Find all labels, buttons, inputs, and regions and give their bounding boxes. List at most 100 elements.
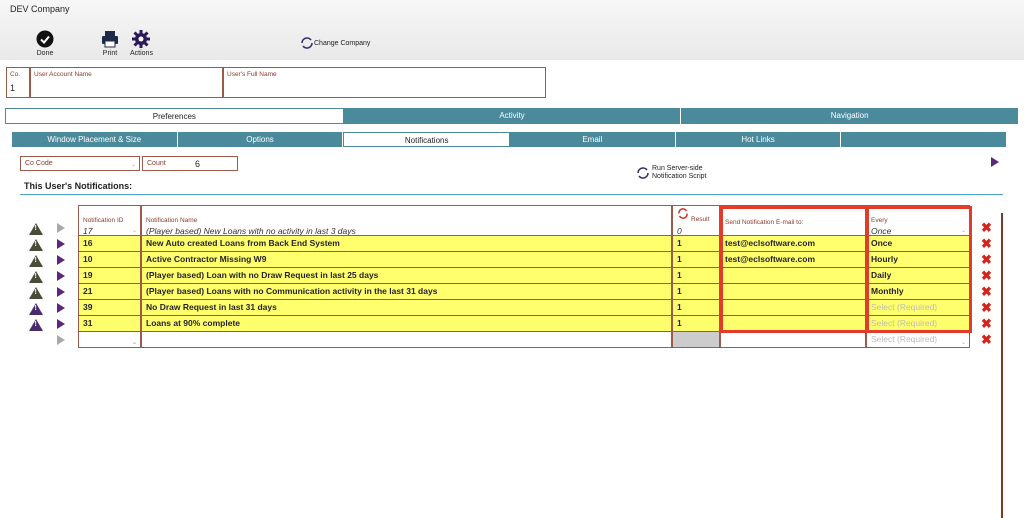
delete-icon[interactable]: ✖ xyxy=(981,301,992,314)
notification-name-header[interactable]: Notification Name (Player based) New Loa… xyxy=(141,205,672,236)
printer-icon xyxy=(102,31,118,48)
delete-icon[interactable]: ✖ xyxy=(981,221,992,234)
run-script-label: Run Server-side Notification Script xyxy=(652,165,706,181)
play-icon[interactable] xyxy=(57,239,65,249)
tab-window-placement[interactable]: Window Placement & Size xyxy=(12,132,178,147)
warning-icon: ! xyxy=(29,239,43,251)
email-header[interactable]: Send Notification E-mail to: xyxy=(720,205,866,236)
tab-blank[interactable] xyxy=(841,132,1008,147)
change-company-label: Change Company xyxy=(314,39,371,47)
warning-icon: ! xyxy=(29,287,43,299)
every-header[interactable]: Every Once ⌄ xyxy=(866,205,970,236)
notification-name-cell[interactable]: (Player based) Loans with no Communicati… xyxy=(141,284,672,300)
result-cell xyxy=(672,332,720,348)
every-select[interactable]: Select (Required) ⌄ xyxy=(866,332,970,348)
email-cell[interactable] xyxy=(720,316,866,332)
play-icon[interactable] xyxy=(57,223,65,233)
print-button[interactable]: Print xyxy=(101,30,119,57)
user-full-name-field[interactable]: User's Full Name xyxy=(223,67,546,98)
refresh-icon xyxy=(301,37,313,49)
user-full-name-label: User's Full Name xyxy=(227,71,277,78)
every-placeholder: Select (Required) xyxy=(871,334,938,344)
every-select[interactable]: Once xyxy=(866,236,970,252)
notification-name-cell[interactable]: Active Contractor Missing W9 xyxy=(141,252,672,268)
run-script-line1: Run Server-side xyxy=(652,165,703,172)
tab-hot-links[interactable]: Hot Links xyxy=(675,132,842,147)
delete-icon[interactable]: ✖ xyxy=(981,317,992,330)
notification-name-cell[interactable]: (Player based) Loan with no Draw Request… xyxy=(141,268,672,284)
notification-id-cell[interactable]: 39 xyxy=(78,300,141,316)
co-code-select[interactable]: Co Code ⌄ xyxy=(20,156,140,171)
play-icon[interactable] xyxy=(57,319,65,329)
play-icon[interactable] xyxy=(57,335,65,345)
tab-notifications[interactable]: Notifications xyxy=(343,132,511,147)
notification-name-cell[interactable]: New Auto created Loans from Back End Sys… xyxy=(141,236,672,252)
done-label: Done xyxy=(36,50,54,57)
every-select[interactable]: Select (Required) xyxy=(866,316,970,332)
actions-button[interactable]: Actions xyxy=(130,30,153,57)
refresh-icon xyxy=(637,167,649,179)
every-select[interactable]: Hourly xyxy=(866,252,970,268)
print-label: Print xyxy=(102,50,118,57)
result-cell: 1 xyxy=(672,268,720,284)
tab-email[interactable]: Email xyxy=(510,132,676,147)
result-cell: 1 xyxy=(672,236,720,252)
notification-name-cell[interactable]: No Draw Request in last 31 days xyxy=(141,300,672,316)
notification-id-cell[interactable]: 31 xyxy=(78,316,141,332)
every-select[interactable]: Daily xyxy=(866,268,970,284)
play-icon[interactable] xyxy=(57,271,65,281)
email-cell[interactable] xyxy=(720,332,866,348)
tab-preferences[interactable]: Preferences xyxy=(5,108,344,124)
warning-icon: ! xyxy=(29,271,43,283)
delete-icon[interactable]: ✖ xyxy=(981,253,992,266)
vertical-scrollbar[interactable] xyxy=(1001,213,1003,518)
change-company-button[interactable]: Change Company xyxy=(300,37,370,49)
count-label: Count xyxy=(147,160,166,167)
run-notification-script-button[interactable]: Run Server-side Notification Script xyxy=(636,165,706,181)
warning-icon: ! xyxy=(29,223,43,235)
notification-name-cell[interactable] xyxy=(141,332,672,348)
result-header[interactable]: Result 0 xyxy=(672,205,720,236)
tab-navigation[interactable]: Navigation xyxy=(681,108,1020,124)
done-button[interactable]: Done xyxy=(36,30,54,57)
play-icon[interactable] xyxy=(57,287,65,297)
result-value: 0 xyxy=(677,226,682,236)
email-cell[interactable]: test@eclsoftware.com xyxy=(720,236,866,252)
chevron-down-icon: ⌄ xyxy=(960,340,966,346)
company-number-field[interactable]: Co. 1 xyxy=(6,67,30,98)
section-divider xyxy=(20,194,1003,195)
warning-icon: ! xyxy=(29,319,43,331)
check-circle-icon xyxy=(36,30,54,48)
delete-icon[interactable]: ✖ xyxy=(981,269,992,282)
notification-id-header[interactable]: Notification ID 17 ⌄ xyxy=(78,205,141,236)
email-cell[interactable] xyxy=(720,300,866,316)
notification-id-value: 17 xyxy=(83,226,93,236)
co-value: 1 xyxy=(10,83,16,93)
user-account-name-field[interactable]: User Account Name xyxy=(30,67,223,98)
every-select[interactable]: Select (Required) xyxy=(866,300,970,316)
refresh-icon xyxy=(678,208,688,219)
notification-id-cell[interactable]: 10 xyxy=(78,252,141,268)
email-cell[interactable] xyxy=(720,284,866,300)
tab-options[interactable]: Options xyxy=(177,132,344,147)
email-cell[interactable] xyxy=(720,268,866,284)
notification-name-cell[interactable]: Loans at 90% complete xyxy=(141,316,672,332)
play-icon[interactable] xyxy=(991,157,999,167)
result-cell: 1 xyxy=(672,284,720,300)
delete-icon[interactable]: ✖ xyxy=(981,285,992,298)
chevron-down-icon: ⌄ xyxy=(131,228,137,234)
delete-icon[interactable]: ✖ xyxy=(981,333,992,346)
notification-id-cell[interactable]: 19 xyxy=(78,268,141,284)
notification-id-cell[interactable]: ⌄ xyxy=(78,332,141,348)
every-select[interactable]: Monthly xyxy=(866,284,970,300)
email-cell[interactable]: test@eclsoftware.com xyxy=(720,252,866,268)
section-title: This User's Notifications: xyxy=(24,181,133,191)
play-icon[interactable] xyxy=(57,303,65,313)
delete-icon[interactable]: ✖ xyxy=(981,237,992,250)
tab-activity[interactable]: Activity xyxy=(343,108,682,124)
notification-id-cell[interactable]: 21 xyxy=(78,284,141,300)
notification-id-cell[interactable]: 16 xyxy=(78,236,141,252)
play-icon[interactable] xyxy=(57,255,65,265)
chevron-down-icon: ⌄ xyxy=(960,228,966,234)
warning-icon: ! xyxy=(29,255,43,267)
